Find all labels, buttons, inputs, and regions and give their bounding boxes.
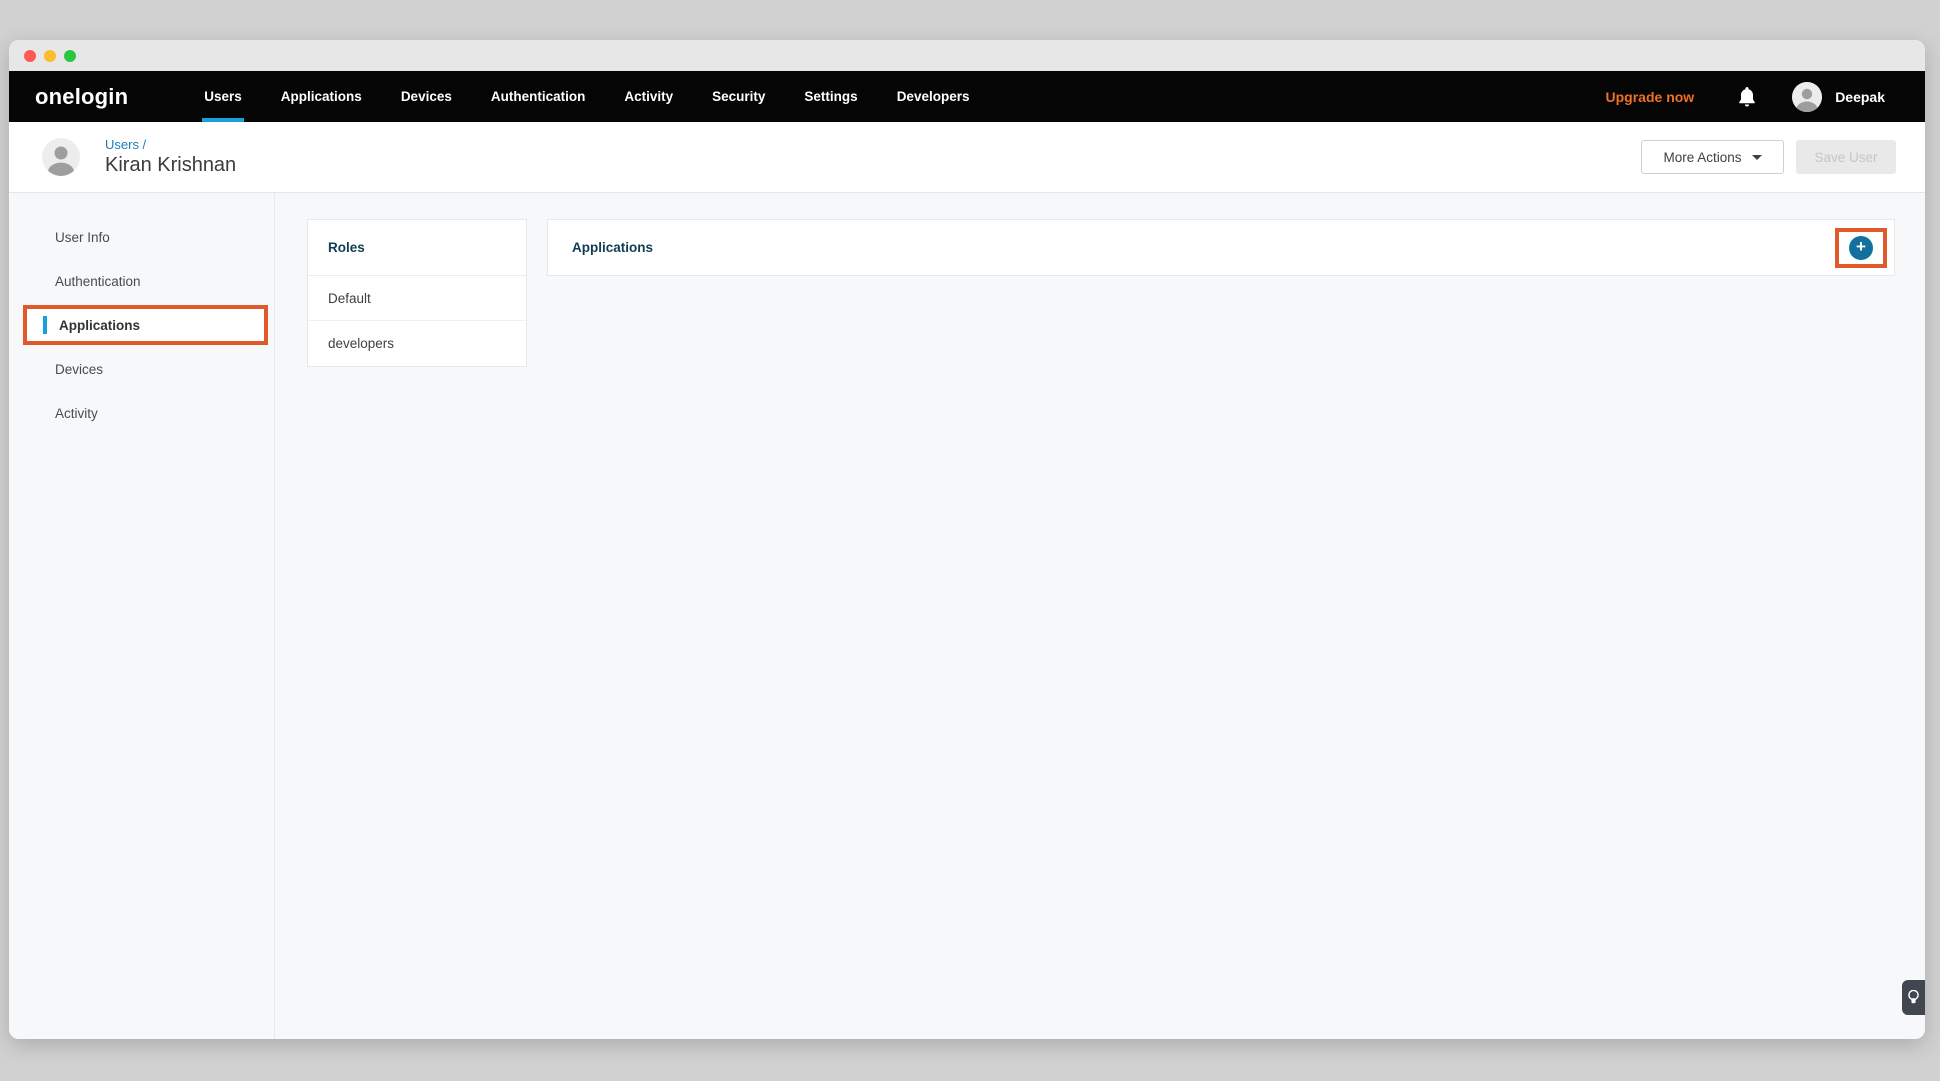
active-indicator-bar [43,316,47,334]
applications-panel-title: Applications [572,240,653,255]
breadcrumb[interactable]: Users / [105,137,236,152]
nav-item-activity[interactable]: Activity [624,71,673,122]
onelogin-logo[interactable]: onelogin [35,84,128,110]
role-row-default[interactable]: Default [308,276,526,321]
sidebar-item-label: Applications [59,318,140,333]
sidebar-item-activity[interactable]: Activity [9,391,274,435]
chevron-down-icon [1752,155,1762,160]
sidebar-item-authentication[interactable]: Authentication [9,259,274,303]
nav-item-applications[interactable]: Applications [281,71,362,122]
role-row-developers[interactable]: developers [308,321,526,366]
applications-panel: Applications + [547,219,1895,276]
titlebar [9,40,1925,71]
sidebar-item-user-info[interactable]: User Info [9,215,274,259]
roles-panel: Roles Default developers [307,219,527,367]
page-header: Users / Kiran Krishnan More Actions Save… [9,122,1925,193]
person-icon [42,138,80,176]
nav-items: Users Applications Devices Authenticatio… [204,71,969,122]
upgrade-now-link[interactable]: Upgrade now [1606,89,1695,105]
header-actions: More Actions Save User [1641,140,1896,174]
page-title: Kiran Krishnan [105,154,236,177]
header-text: Users / Kiran Krishnan [105,137,236,177]
maximize-window-button[interactable] [64,50,76,62]
username-label[interactable]: Deepak [1835,89,1885,105]
lightbulb-icon [1908,990,1919,1006]
user-avatar[interactable] [1792,82,1822,112]
nav-item-developers[interactable]: Developers [897,71,970,122]
bell-icon[interactable] [1738,87,1756,107]
sidebar-item-applications[interactable]: Applications [23,305,268,345]
save-user-button[interactable]: Save User [1796,140,1896,174]
add-application-button[interactable]: + [1849,236,1873,260]
person-icon [1792,82,1822,112]
annotation-highlight-box: + [1835,228,1887,268]
profile-avatar [42,138,80,176]
roles-panel-title: Roles [308,220,526,276]
more-actions-label: More Actions [1663,150,1741,165]
navbar-right: Upgrade now Deepak [1606,71,1885,122]
help-tab[interactable] [1902,980,1925,1015]
more-actions-button[interactable]: More Actions [1641,140,1784,174]
nav-item-security[interactable]: Security [712,71,765,122]
top-navbar: onelogin Users Applications Devices Auth… [9,71,1925,122]
nav-item-settings[interactable]: Settings [804,71,857,122]
nav-item-users[interactable]: Users [204,71,242,122]
app-window: onelogin Users Applications Devices Auth… [9,40,1925,1039]
minimize-window-button[interactable] [44,50,56,62]
sidebar-item-devices[interactable]: Devices [9,347,274,391]
main-content: User Info Authentication Applications De… [9,193,1925,1039]
nav-item-devices[interactable]: Devices [401,71,452,122]
close-window-button[interactable] [24,50,36,62]
user-section-nav: User Info Authentication Applications De… [9,193,275,1039]
nav-item-authentication[interactable]: Authentication [491,71,586,122]
